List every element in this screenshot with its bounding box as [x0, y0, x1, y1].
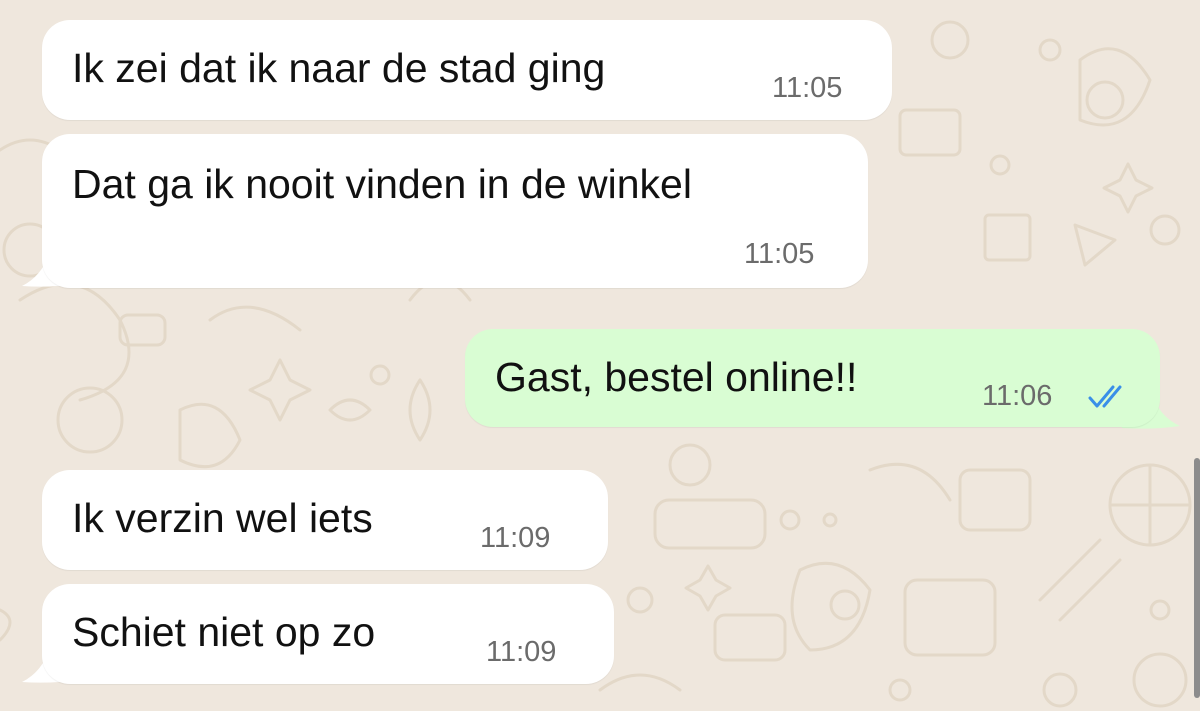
message-text: Dat ga ik nooit vinden in de winkel: [72, 161, 692, 207]
message-text: Gast, bestel online!!: [495, 354, 858, 400]
message-text: Ik zei dat ik naar de stad ging: [72, 45, 606, 91]
chat-scrollbar[interactable]: [1194, 458, 1200, 698]
message-bubble-outgoing[interactable]: Gast, bestel online!! 11:06: [465, 329, 1160, 427]
message-timestamp: 11:05: [772, 72, 843, 104]
message-timestamp: 11:06: [982, 380, 1053, 412]
message-timestamp: 11:05: [744, 238, 815, 270]
double-check-icon: [1088, 385, 1122, 408]
message-timestamp: 11:09: [480, 522, 551, 554]
message-timestamp: 11:09: [486, 636, 557, 668]
message-bubble-incoming[interactable]: Ik verzin wel iets 11:09: [42, 470, 608, 570]
message-bubble-incoming[interactable]: Dat ga ik nooit vinden in de winkel 11:0…: [42, 134, 868, 288]
message-bubble-incoming[interactable]: Schiet niet op zo 11:09: [42, 584, 614, 684]
message-text: Ik verzin wel iets: [72, 495, 373, 541]
message-bubble-incoming[interactable]: Ik zei dat ik naar de stad ging 11:05: [42, 20, 892, 120]
message-text: Schiet niet op zo: [72, 609, 376, 655]
